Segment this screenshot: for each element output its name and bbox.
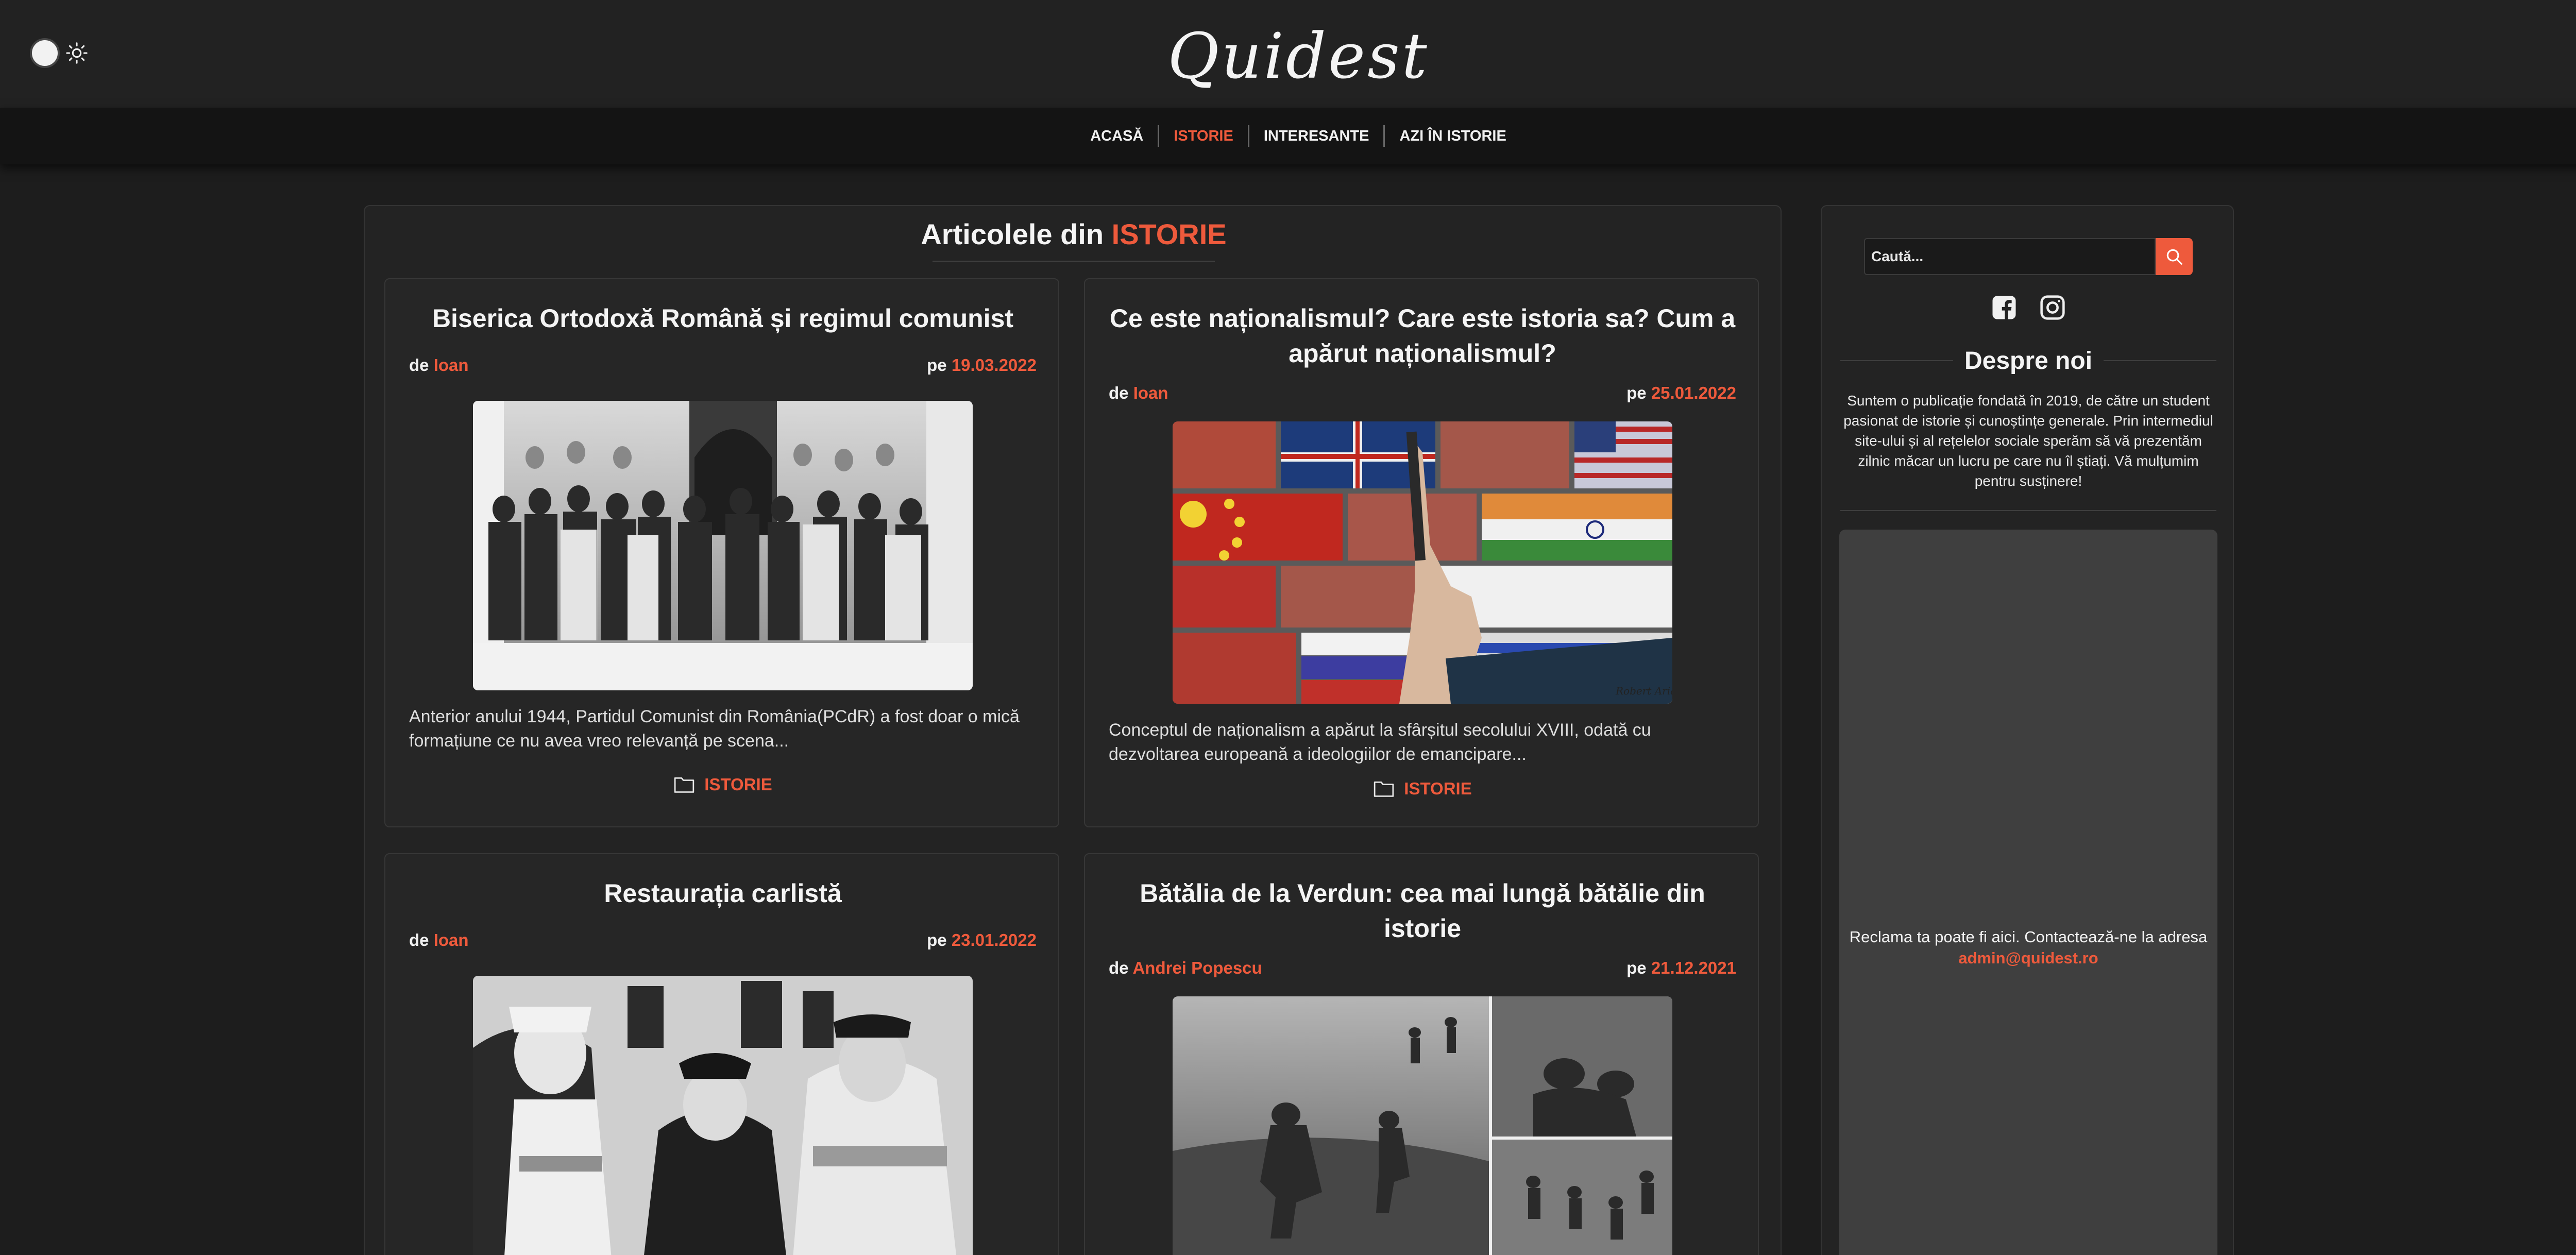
- article-category[interactable]: ISTORIE: [385, 775, 1060, 794]
- article-title[interactable]: Restaurația carlistă: [406, 876, 1040, 911]
- search-icon: [2166, 249, 2182, 265]
- ad-message: Reclama ta poate fi aici. Contactează-ne…: [1849, 928, 2208, 946]
- author-prefix: de: [1109, 958, 1129, 977]
- article-title[interactable]: Bătălia de la Verdun: cea mai lungă bătă…: [1106, 876, 1739, 946]
- article-excerpt: Anterior anului 1944, Partidul Comunist …: [409, 707, 1020, 751]
- articles-panel: Articolele din ISTORIE Biserica Ortodoxă…: [364, 205, 1782, 1255]
- ad-email-link[interactable]: admin@quidest.ro: [1958, 949, 2098, 967]
- article-date[interactable]: 19.03.2022: [952, 355, 1037, 375]
- site-header: Quidest: [0, 0, 2576, 108]
- social-links: [1822, 294, 2235, 321]
- article-card: Restaurația carlistă de Ioan pe 23.01.20…: [384, 853, 1059, 1255]
- article-meta: de Ioan pe 25.01.2022: [1109, 383, 1736, 404]
- article-card: Ce este naționalismul? Care este istoria…: [1084, 278, 1759, 827]
- date-prefix: pe: [1626, 958, 1647, 977]
- article-author[interactable]: Ioan: [434, 930, 469, 949]
- about-text: Suntem o publicație fondată în 2019, de …: [1843, 393, 2213, 489]
- article-excerpt: Conceptul de naționalism a apărut la sfâ…: [1109, 720, 1651, 764]
- article-title[interactable]: Ce este naționalismul? Care este istoria…: [1106, 301, 1739, 371]
- author-prefix: de: [409, 355, 429, 375]
- article-image[interactable]: [473, 976, 973, 1255]
- date-prefix: pe: [1626, 383, 1647, 402]
- category-label[interactable]: ISTORIE: [704, 775, 772, 794]
- title-underline: [933, 261, 1215, 262]
- page-title-category: ISTORIE: [1111, 218, 1227, 250]
- article-image[interactable]: [1173, 996, 1672, 1255]
- author-prefix: de: [1109, 383, 1129, 402]
- image-signature: Robert Ariail: [1615, 685, 1672, 697]
- folder-icon: [674, 777, 694, 793]
- folder-icon: [1374, 781, 1394, 797]
- nav-item-istorie[interactable]: ISTORIE: [1159, 125, 1249, 147]
- instagram-icon[interactable]: [2039, 294, 2066, 321]
- nav-item-acasa[interactable]: ACASĂ: [1076, 125, 1160, 147]
- article-category[interactable]: ISTORIE: [1085, 779, 1760, 799]
- article-image[interactable]: [473, 401, 973, 690]
- category-label[interactable]: ISTORIE: [1404, 779, 1471, 799]
- date-prefix: pe: [927, 355, 947, 375]
- article-image[interactable]: Robert Ariail: [1173, 421, 1672, 704]
- article-date[interactable]: 25.01.2022: [1651, 383, 1736, 402]
- divider: [2104, 360, 2216, 361]
- article-author[interactable]: Andrei Popescu: [1132, 958, 1262, 977]
- date-prefix: pe: [927, 930, 947, 949]
- article-card: Bătălia de la Verdun: cea mai lungă bătă…: [1084, 853, 1759, 1255]
- author-prefix: de: [409, 930, 429, 949]
- sidebar: Despre noi Suntem o publicație fondată î…: [1821, 205, 2234, 1255]
- article-author[interactable]: Ioan: [1133, 383, 1168, 402]
- divider: [1840, 360, 1953, 361]
- nav-item-azi-in-istorie[interactable]: AZI ÎN ISTORIE: [1385, 125, 1520, 147]
- main-nav: ACASĂ ISTORIE INTERESANTE AZI ÎN ISTORIE: [0, 108, 2576, 164]
- page-title-prefix: Articolele din: [921, 218, 1104, 250]
- search-button[interactable]: [2156, 238, 2193, 275]
- nav-item-interesante[interactable]: INTERESANTE: [1249, 125, 1385, 147]
- article-date[interactable]: 23.01.2022: [952, 930, 1037, 949]
- article-meta: de Ioan pe 23.01.2022: [409, 930, 1037, 951]
- ad-placeholder: Reclama ta poate fi aici. Contactează-ne…: [1839, 530, 2217, 1255]
- about-heading: Despre noi: [1964, 347, 2093, 375]
- about-heading-row: Despre noi: [1840, 343, 2216, 379]
- article-author[interactable]: Ioan: [434, 355, 469, 375]
- article-title[interactable]: Biserica Ortodoxă Română și regimul comu…: [406, 301, 1040, 336]
- page-title: Articolele din ISTORIE: [365, 217, 1783, 251]
- facebook-icon[interactable]: [1990, 294, 2018, 321]
- site-logo[interactable]: Quidest: [0, 20, 2576, 93]
- search-input[interactable]: [1864, 238, 2156, 275]
- ad-text-block: Reclama ta poate fi aici. Contactează-ne…: [1839, 926, 2217, 969]
- article-card: Biserica Ortodoxă Română și regimul comu…: [384, 278, 1059, 827]
- divider: [1840, 510, 2216, 511]
- article-date[interactable]: 21.12.2021: [1651, 958, 1736, 977]
- article-meta: de Ioan pe 19.03.2022: [409, 355, 1037, 376]
- article-meta: de Andrei Popescu pe 21.12.2021: [1109, 958, 1736, 979]
